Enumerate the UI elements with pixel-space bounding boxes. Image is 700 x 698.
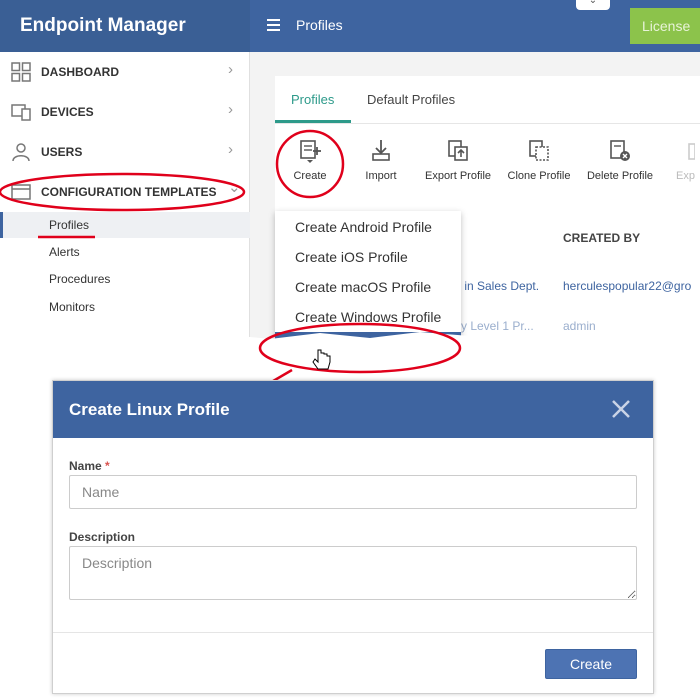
brand-title: Endpoint Manager xyxy=(0,0,250,52)
menu-item-create-windows-profile[interactable]: Create Windows Profile xyxy=(275,302,461,332)
torn-edge-decoration xyxy=(0,332,700,340)
page-title: Profiles xyxy=(296,17,343,33)
create-profile-icon xyxy=(300,140,321,163)
tab-default-profiles[interactable]: Default Profiles xyxy=(367,92,455,107)
sidebar-item-label: CONFIGURATION TEMPLATES xyxy=(41,185,217,199)
create-button[interactable]: Create xyxy=(545,649,637,679)
sidebar: DASHBOARD › DEVICES › USERS › CONFIGURAT… xyxy=(0,52,250,340)
export-profile-tool-label: Export Profile xyxy=(424,170,492,182)
sidebar-subitem-monitors[interactable]: Monitors xyxy=(0,294,250,320)
sidebar-item-label: USERS xyxy=(41,145,83,159)
export-icon xyxy=(688,143,695,160)
import-icon xyxy=(372,140,390,161)
dashboard-grid-icon xyxy=(11,62,31,82)
sidebar-item-dashboard[interactable]: DASHBOARD › xyxy=(0,52,250,92)
close-icon[interactable] xyxy=(609,397,633,421)
export-tool-label: Exp xyxy=(676,170,695,182)
chevron-right-icon: › xyxy=(228,101,233,118)
menu-item-create-macos-profile[interactable]: Create macOS Profile xyxy=(275,272,461,302)
export-profile-icon xyxy=(448,140,468,161)
license-button[interactable]: License xyxy=(630,8,700,44)
dialog-title: Create Linux Profile xyxy=(69,400,230,419)
chevron-right-icon: › xyxy=(228,141,233,158)
description-field-label: Description xyxy=(69,530,136,544)
profile-name-cell[interactable]: s in Sales Dept. xyxy=(455,279,539,293)
devices-icon xyxy=(11,104,31,121)
background-app-screenshot: Endpoint Manager Profiles ⌄ License DASH… xyxy=(0,0,700,340)
sidebar-subitem-profiles[interactable]: Profiles xyxy=(0,212,250,238)
dialog-header: Create Linux Profile xyxy=(53,381,653,438)
create-linux-profile-dialog: Create Linux Profile Name * Description … xyxy=(52,380,654,694)
tab-profiles[interactable]: Profiles xyxy=(291,92,334,107)
clone-profile-tool-label: Clone Profile xyxy=(507,170,571,182)
create-tool-button[interactable]: Create xyxy=(270,138,350,182)
dialog-footer-divider xyxy=(53,632,653,633)
export-tool-button-cut[interactable]: Exp xyxy=(655,138,695,182)
import-tool-label: Import xyxy=(365,170,397,182)
delete-profile-icon xyxy=(610,140,630,161)
sidebar-item-users[interactable]: USERS › xyxy=(0,132,250,172)
create-profile-menu: Create Android Profile Create iOS Profil… xyxy=(275,211,461,340)
hand-cursor-icon xyxy=(312,349,331,370)
delete-profile-tool-label: Delete Profile xyxy=(586,170,654,182)
delete-profile-tool-button[interactable]: Delete Profile xyxy=(580,138,660,182)
menu-item-create-ios-profile[interactable]: Create iOS Profile xyxy=(275,242,461,272)
create-tool-label: Create xyxy=(293,170,327,182)
chevron-right-icon: › xyxy=(228,61,233,78)
sidebar-subitem-procedures[interactable]: Procedures xyxy=(0,266,250,292)
required-mark: * xyxy=(105,459,110,473)
name-label-text: Name xyxy=(69,459,102,473)
menu-item-create-android-profile[interactable]: Create Android Profile xyxy=(275,212,461,242)
sidebar-item-configuration-templates[interactable]: CONFIGURATION TEMPLATES ⌄ xyxy=(0,172,250,212)
name-field-label: Name * xyxy=(69,459,110,473)
hamburger-menu-icon[interactable] xyxy=(267,19,280,31)
clone-profile-icon xyxy=(529,140,549,161)
tab-divider xyxy=(275,123,700,124)
clone-profile-tool-button[interactable]: Clone Profile xyxy=(499,138,579,182)
user-icon xyxy=(12,143,30,162)
description-input[interactable] xyxy=(69,546,637,600)
created-by-column-header[interactable]: CREATED BY xyxy=(563,231,640,245)
name-input[interactable] xyxy=(69,475,637,509)
top-dropdown-toggle[interactable]: ⌄ xyxy=(576,0,610,10)
chevron-down-icon: ⌄ xyxy=(228,179,241,196)
top-bar: Profiles ⌄ License xyxy=(250,0,700,52)
export-profile-tool-button[interactable]: Export Profile xyxy=(418,138,498,182)
sidebar-item-devices[interactable]: DEVICES › xyxy=(0,92,250,132)
import-tool-button[interactable]: Import xyxy=(341,138,421,182)
sidebar-subitem-alerts[interactable]: Alerts xyxy=(0,239,250,265)
sidebar-item-label: DASHBOARD xyxy=(41,65,119,79)
sidebar-item-label: DEVICES xyxy=(41,105,94,119)
created-by-cell[interactable]: herculespopular22@gro xyxy=(563,279,691,293)
configuration-templates-icon xyxy=(11,184,31,200)
